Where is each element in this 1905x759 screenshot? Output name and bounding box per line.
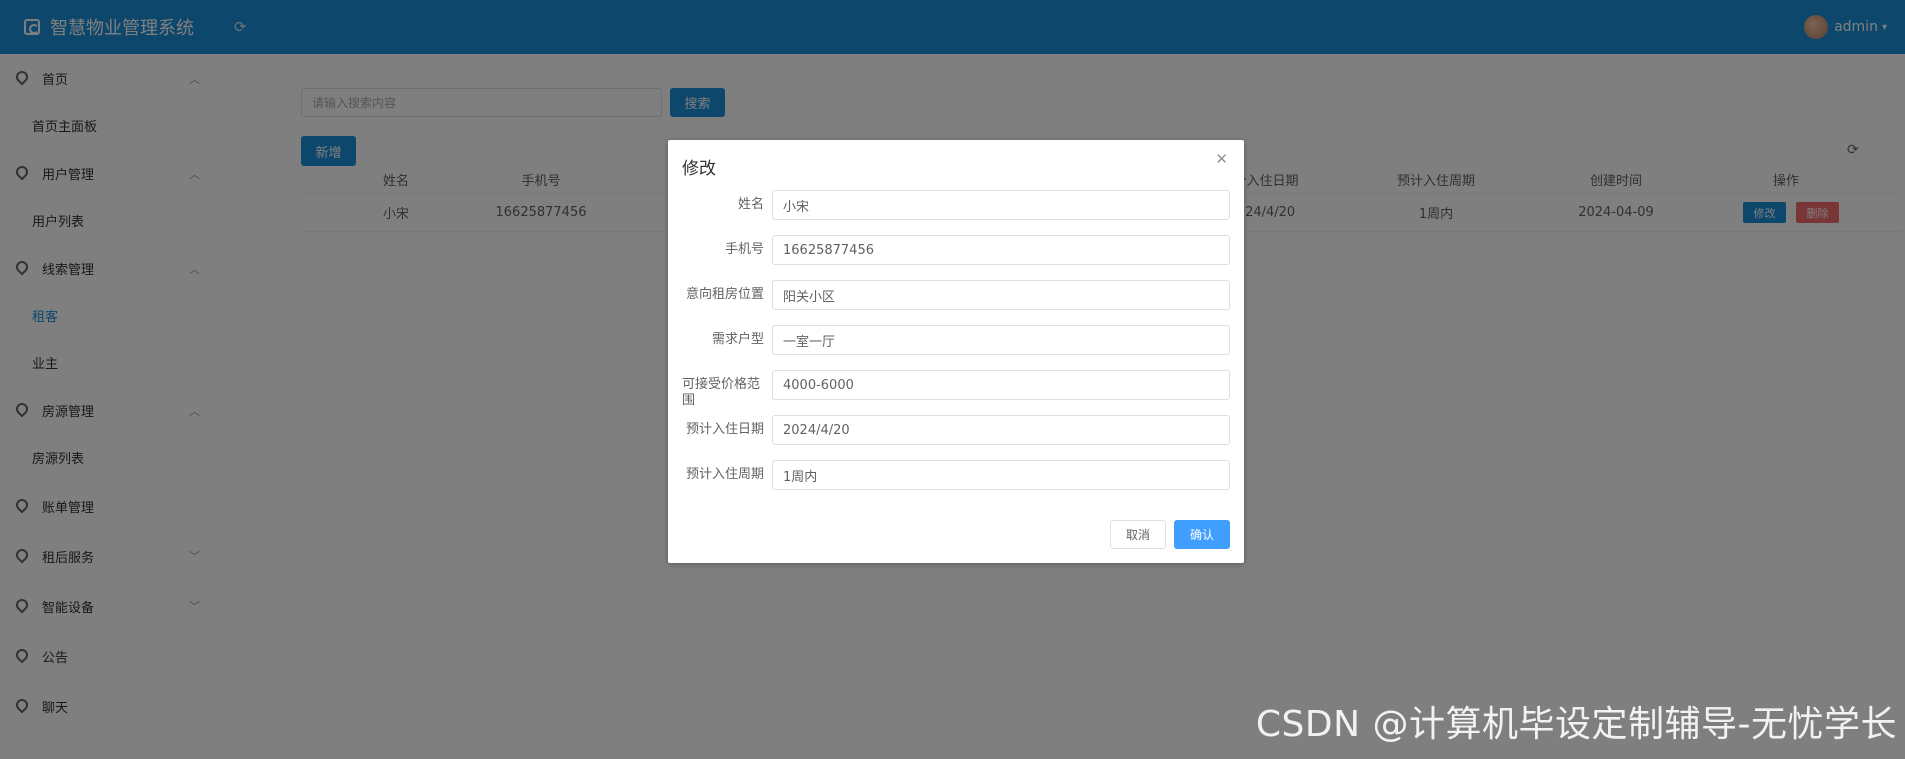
form-row-layout: 需求户型: [668, 325, 1244, 355]
field-label: 姓名: [737, 197, 764, 212]
confirm-button[interactable]: 确认: [1174, 520, 1230, 549]
form-row-name: 姓名: [668, 190, 1244, 220]
form-row-location: 意向租房位置: [668, 280, 1244, 310]
phone-field[interactable]: [772, 235, 1230, 265]
field-label: 预计入住周期: [685, 467, 764, 482]
form-row-move-in-period: 预计入住周期: [668, 460, 1244, 490]
watermark: CSDN @计算机毕设定制辅导-无忧学长: [1255, 704, 1897, 745]
field-label: 意向租房位置: [685, 287, 764, 302]
name-field[interactable]: [772, 190, 1230, 220]
move-in-date-field[interactable]: [772, 415, 1230, 445]
cancel-button[interactable]: 取消: [1110, 520, 1166, 549]
field-label: 可接受价格范围: [682, 377, 761, 408]
form-row-price: 可接受价格范围: [668, 370, 1244, 408]
location-field[interactable]: [772, 280, 1230, 310]
price-range-field[interactable]: [772, 370, 1230, 400]
move-in-period-field[interactable]: [772, 460, 1230, 490]
field-label: 手机号: [724, 242, 764, 257]
dialog-title: 修改: [682, 159, 716, 179]
field-label: 预计入住日期: [685, 422, 764, 437]
form-row-move-in-date: 预计入住日期: [668, 415, 1244, 445]
form-row-phone: 手机号: [668, 235, 1244, 265]
edit-dialog: 修改 ✕ 姓名 手机号 意向租房位置 需求户型 可接受价格范围 预计入住日期 预…: [668, 140, 1244, 563]
layout-field[interactable]: [772, 325, 1230, 355]
field-label: 需求户型: [711, 332, 764, 347]
close-icon[interactable]: ✕: [1215, 150, 1228, 168]
